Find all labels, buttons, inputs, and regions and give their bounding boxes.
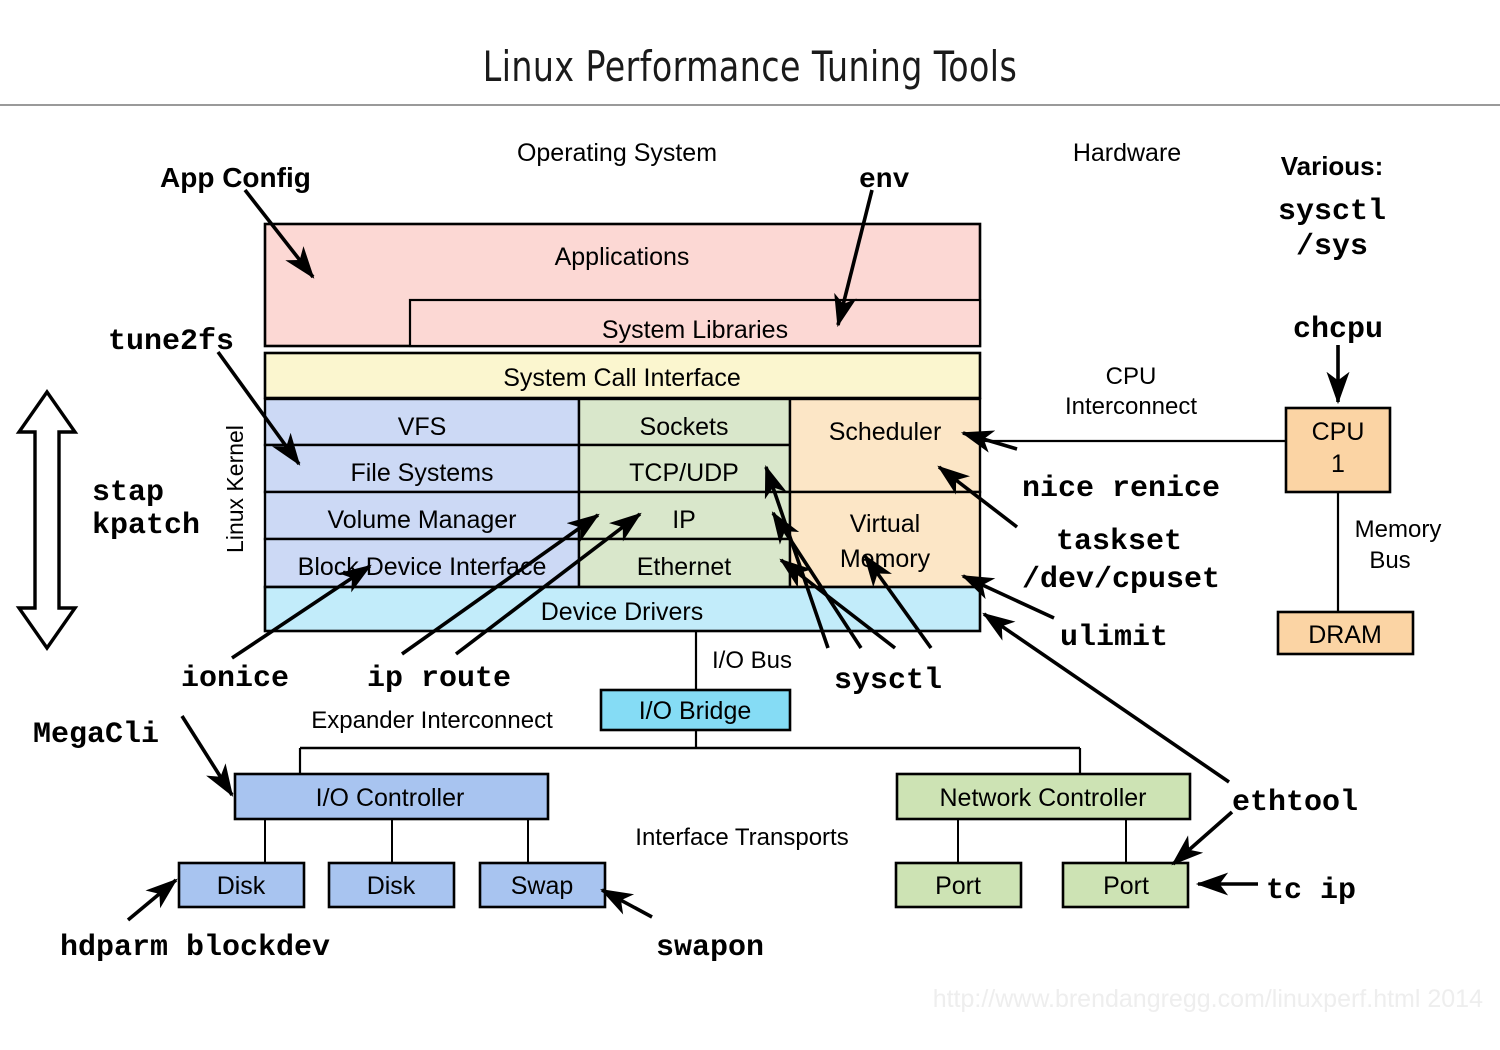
tool-label-ethtool: ethtool xyxy=(1232,786,1358,820)
io-controller-label: I/O Controller xyxy=(316,784,465,812)
cpu-label-line2: 1 xyxy=(1331,450,1345,478)
source-url-footer: http://www.brendangregg.com/linuxperf.ht… xyxy=(932,985,1483,1013)
io-bus-label: I/O Bus xyxy=(712,647,792,674)
tool-label-nice-renice: nice renice xyxy=(1022,472,1220,506)
hardware-label: Hardware xyxy=(1073,139,1181,167)
disk2-label: Disk xyxy=(367,872,416,900)
interface-transports-label: Interface Transports xyxy=(635,824,848,851)
tool-label-sysctl: sysctl xyxy=(834,664,942,698)
memory-bus-label-line1: Memory xyxy=(1355,516,1442,543)
tool-label-sysctl-sys-line2: /sys xyxy=(1296,230,1368,264)
port2-label: Port xyxy=(1103,872,1149,900)
arrow-swapon xyxy=(600,888,653,919)
software-stack: Applications System Libraries System Cal… xyxy=(263,222,982,633)
file-systems-label: File Systems xyxy=(350,459,493,487)
disk1-label: Disk xyxy=(217,872,266,900)
volume-manager-label: Volume Manager xyxy=(327,506,516,534)
tool-label-tune2fs: tune2fs xyxy=(108,325,234,359)
tool-label-ip-route: ip route xyxy=(367,662,511,696)
virtual-memory-label-line1: Virtual xyxy=(850,510,920,538)
network-controller-label: Network Controller xyxy=(939,784,1146,812)
tool-label-ionice: ionice xyxy=(181,662,289,696)
tool-label-tc-ip: tc ip xyxy=(1266,874,1356,908)
ethernet-label: Ethernet xyxy=(637,553,732,581)
cpu-interconnect-label-line2: Interconnect xyxy=(1065,393,1197,420)
tool-label-app-config: App Config xyxy=(160,162,311,193)
linux-kernel-label: Linux Kernel xyxy=(222,425,248,553)
dram-label: DRAM xyxy=(1308,621,1382,649)
system-call-interface-label: System Call Interface xyxy=(503,364,741,392)
device-drivers-label: Device Drivers xyxy=(541,598,704,626)
virtual-memory-label-line2: Memory xyxy=(840,545,931,573)
arrow-megacli xyxy=(180,715,234,797)
tool-label-chcpu: chcpu xyxy=(1293,313,1383,347)
vfs-label: VFS xyxy=(398,413,447,441)
io-bridge-label: I/O Bridge xyxy=(639,697,752,725)
tool-label-megacli: MegaCli xyxy=(33,718,159,752)
tool-label-dev-cpuset: /dev/cpuset xyxy=(1022,563,1220,597)
operating-system-label: Operating System xyxy=(517,139,717,167)
tool-label-kpatch: kpatch xyxy=(92,509,200,543)
diagram-canvas: Linux Performance Tuning Tools Applicati… xyxy=(0,0,1500,1050)
arrow-hdparm-blockdev xyxy=(126,878,178,922)
applications-label: Applications xyxy=(555,243,690,271)
tool-label-stap: stap xyxy=(92,476,164,510)
tool-label-sysctl-sys-line1: sysctl xyxy=(1278,195,1386,229)
scheduler-label: Scheduler xyxy=(829,418,942,446)
cpu-dram-group: CPU 1 DRAM xyxy=(980,406,1415,656)
tool-label-env: env xyxy=(859,165,910,196)
expander-interconnect-label: Expander Interconnect xyxy=(311,707,553,734)
sockets-label: Sockets xyxy=(640,413,729,441)
tool-label-taskset: taskset xyxy=(1056,525,1182,559)
cpu-label-line1: CPU xyxy=(1312,418,1365,446)
ip-label: IP xyxy=(672,506,696,534)
stap-kpatch-double-arrow-icon xyxy=(15,389,79,651)
io-tree: I/O Bridge I/O Controller Disk Disk Swap… xyxy=(177,631,1192,909)
system-libraries-label: System Libraries xyxy=(602,316,788,344)
tcp-udp-label: TCP/UDP xyxy=(629,459,739,487)
swap-label: Swap xyxy=(511,872,574,900)
tool-label-ulimit: ulimit xyxy=(1060,621,1168,655)
tool-label-hdparm-blockdev: hdparm blockdev xyxy=(60,931,330,965)
memory-bus-label-line2: Bus xyxy=(1369,547,1410,574)
port1-label: Port xyxy=(935,872,981,900)
tool-label-various: Various: xyxy=(1281,151,1384,181)
tool-label-swapon: swapon xyxy=(656,931,764,965)
diagram-svg: Applications System Libraries System Cal… xyxy=(15,139,1442,965)
cpu-interconnect-label-line1: CPU xyxy=(1106,363,1157,390)
